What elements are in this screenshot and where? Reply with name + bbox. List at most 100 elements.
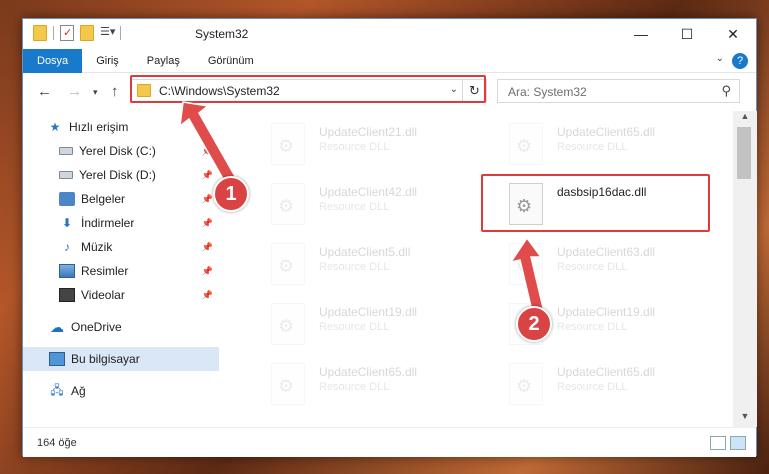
file-highlight-box xyxy=(481,174,710,232)
sidebar-item-label: Resimler xyxy=(81,264,129,278)
file-type: Resource DLL xyxy=(557,381,628,393)
view-switcher xyxy=(710,436,746,450)
sidebar-item-label: Ağ xyxy=(71,384,86,398)
divider xyxy=(53,26,54,40)
vertical-scrollbar[interactable]: ▲ ▼ xyxy=(733,111,757,427)
dll-file-icon: ⚙ xyxy=(509,123,543,165)
videos-icon xyxy=(59,288,75,302)
dll-file-icon: ⚙ xyxy=(271,363,305,405)
sidebar-item-this-pc[interactable]: Bu bilgisayar xyxy=(23,347,219,371)
pin-icon[interactable]: 📌 xyxy=(202,170,213,181)
scroll-up-icon[interactable]: ▲ xyxy=(733,111,757,127)
scroll-thumb[interactable] xyxy=(737,127,751,179)
file-name: UpdateClient65.dll xyxy=(319,365,418,379)
dll-file-icon: ⚙ xyxy=(271,303,305,345)
title-bar: ☰▾ System32 — ☐ ✕ xyxy=(23,19,756,49)
sidebar-item-label: Videolar xyxy=(81,288,125,302)
tab-paylas[interactable]: Paylaş xyxy=(133,49,194,73)
file-item[interactable]: ⚙ UpdateClient65.dll Resource DLL xyxy=(509,123,733,173)
file-name: UpdateClient65.dll xyxy=(557,365,656,379)
search-placeholder: Ara: System32 xyxy=(508,85,587,99)
file-name: UpdateClient42.dll xyxy=(319,185,418,199)
tab-giris[interactable]: Giriş xyxy=(82,49,133,73)
sidebar-item-pictures[interactable]: Resimler 📌 xyxy=(23,259,219,283)
details-view-icon[interactable] xyxy=(710,436,726,450)
file-item[interactable]: ⚙ UpdateClient65.dll Resource DLL xyxy=(271,363,501,413)
help-icon[interactable]: ? xyxy=(732,53,748,69)
pin-icon[interactable]: 📌 xyxy=(202,242,213,253)
file-item[interactable]: ⚙ UpdateClient19.dll Resource DLL xyxy=(271,303,501,353)
folder-icon xyxy=(33,25,47,41)
downloads-icon: ⬇ xyxy=(61,216,73,230)
search-input[interactable]: Ara: System32 ⚲ xyxy=(497,79,740,103)
sidebar-item-label: Yerel Disk (C:) xyxy=(79,144,156,158)
back-arrow-icon[interactable]: ← xyxy=(37,83,52,100)
drive-icon xyxy=(59,147,73,155)
status-bar: 164 öğe xyxy=(23,427,756,457)
address-highlight-box xyxy=(130,75,486,103)
sidebar-item-onedrive[interactable]: ☁ OneDrive xyxy=(23,315,219,339)
computer-icon xyxy=(49,352,65,366)
file-name: UpdateClient21.dll xyxy=(319,125,418,139)
star-icon: ★ xyxy=(49,120,61,134)
file-type: Resource DLL xyxy=(557,261,628,273)
dll-file-icon: ⚙ xyxy=(509,363,543,405)
customize-toolbar-icon[interactable]: ☰▾ xyxy=(100,25,115,41)
search-icon[interactable]: ⚲ xyxy=(721,83,731,99)
pin-icon[interactable]: 📌 xyxy=(202,146,213,157)
properties-icon[interactable] xyxy=(60,25,74,41)
file-item[interactable]: ⚙ UpdateClient42.dll Resource DLL xyxy=(271,183,501,233)
expand-ribbon-icon[interactable]: ⌄ xyxy=(716,53,724,64)
file-name: UpdateClient5.dll xyxy=(319,245,411,259)
ribbon-tabs: Dosya Giriş Paylaş Görünüm ⌄ ? xyxy=(23,48,756,73)
sidebar-item-disk-d[interactable]: Yerel Disk (D:) 📌 xyxy=(23,163,219,187)
sidebar-item-documents[interactable]: Belgeler 📌 xyxy=(23,187,219,211)
file-name: UpdateClient65.dll xyxy=(557,125,656,139)
pin-icon[interactable]: 📌 xyxy=(202,218,213,229)
forward-arrow-icon[interactable]: → xyxy=(67,83,82,100)
tab-dosya[interactable]: Dosya xyxy=(23,48,83,73)
sidebar-item-label: Yerel Disk (D:) xyxy=(79,168,156,182)
file-item[interactable]: ⚙ UpdateClient63.dll Resource DLL xyxy=(509,243,733,293)
tab-gorunum[interactable]: Görünüm xyxy=(194,49,268,73)
sidebar-item-label: OneDrive xyxy=(71,320,122,334)
sidebar-item-label: Müzik xyxy=(81,240,113,254)
dll-file-icon: ⚙ xyxy=(271,123,305,165)
music-icon: ♪ xyxy=(64,240,70,254)
new-folder-icon[interactable] xyxy=(80,25,94,41)
maximize-button[interactable]: ☐ xyxy=(664,19,710,49)
navigation-pane: ★ Hızlı erişim Yerel Disk (C:) 📌 Yerel D… xyxy=(23,111,219,427)
step-badge-1: 1 xyxy=(213,176,249,212)
file-item[interactable]: ⚙ UpdateClient21.dll Resource DLL xyxy=(271,123,501,173)
divider xyxy=(120,26,121,40)
file-type: Resource DLL xyxy=(319,261,390,273)
file-list: ⚙ UpdateClient21.dll Resource DLL ⚙ Upda… xyxy=(219,111,733,427)
file-item[interactable]: ⚙ UpdateClient5.dll Resource DLL xyxy=(271,243,501,293)
file-item[interactable]: ⚙ UpdateClient65.dll Resource DLL xyxy=(509,363,733,413)
dll-file-icon: ⚙ xyxy=(271,183,305,225)
network-icon: 🖧 xyxy=(50,382,64,397)
sidebar-item-network[interactable]: 🖧 Ağ xyxy=(23,379,219,403)
sidebar-item-music[interactable]: ♪ Müzik 📌 xyxy=(23,235,219,259)
sidebar-item-videos[interactable]: Videolar 📌 xyxy=(23,283,219,307)
sidebar-item-disk-c[interactable]: Yerel Disk (C:) 📌 xyxy=(23,139,219,163)
close-button[interactable]: ✕ xyxy=(710,19,756,49)
up-arrow-icon[interactable]: ↑ xyxy=(111,83,119,100)
sidebar-item-quick-access[interactable]: ★ Hızlı erişim xyxy=(23,115,219,139)
minimize-button[interactable]: — xyxy=(618,19,664,49)
file-type: Resource DLL xyxy=(319,381,390,393)
file-type: Resource DLL xyxy=(557,321,628,333)
dll-file-icon: ⚙ xyxy=(509,243,543,285)
scroll-down-icon[interactable]: ▼ xyxy=(733,411,757,427)
pin-icon[interactable]: 📌 xyxy=(202,290,213,301)
file-type: Resource DLL xyxy=(319,321,390,333)
pin-icon[interactable]: 📌 xyxy=(202,266,213,277)
file-type: Resource DLL xyxy=(319,201,390,213)
sidebar-item-label: Belgeler xyxy=(81,192,126,206)
sidebar-item-downloads[interactable]: ⬇ İndirmeler 📌 xyxy=(23,211,219,235)
pin-icon[interactable]: 📌 xyxy=(202,194,213,205)
step-badge-2: 2 xyxy=(516,306,552,342)
large-icons-view-icon[interactable] xyxy=(730,436,746,450)
recent-locations-icon[interactable]: ▾ xyxy=(93,87,98,98)
pictures-icon xyxy=(59,264,75,278)
